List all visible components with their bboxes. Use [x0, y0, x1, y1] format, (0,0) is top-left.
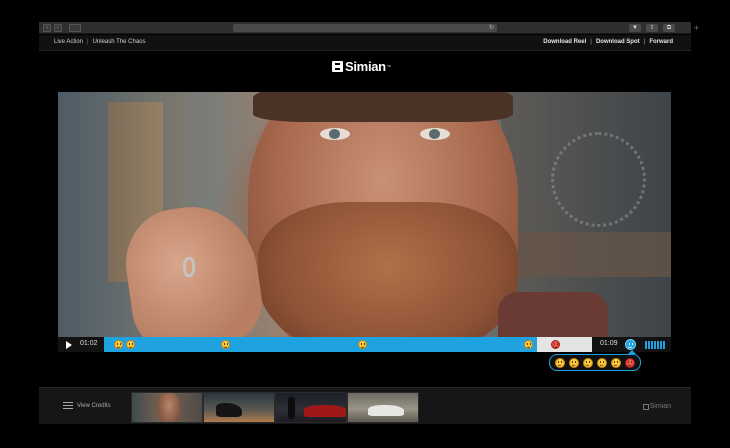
- background-wood: [501, 232, 671, 277]
- ring: [183, 257, 195, 277]
- play-icon[interactable]: [66, 341, 72, 349]
- remaining-track: [537, 337, 592, 352]
- view-credits-label: View Credits: [77, 402, 111, 409]
- smile-reaction-icon[interactable]: [221, 340, 230, 349]
- trademark: ™: [386, 63, 391, 69]
- thumbnail-white-car[interactable]: [347, 392, 419, 423]
- volume-control[interactable]: [645, 341, 665, 349]
- view-credits-button[interactable]: View Credits: [63, 402, 111, 409]
- separator: |: [87, 39, 89, 45]
- laugh-reaction-icon[interactable]: [358, 340, 367, 349]
- man-beard: [258, 202, 518, 337]
- end-time: 01:09: [600, 340, 618, 347]
- footer-logo: Simian: [642, 403, 671, 410]
- forward-icon[interactable]: ›: [54, 24, 62, 32]
- background-decoration: [551, 132, 646, 227]
- browser-toolbar: ‹ › ↻ ▼ ⇧ ⧉ +: [39, 22, 699, 34]
- reaction-picker: [549, 350, 641, 371]
- download-spot-link[interactable]: Download Spot: [596, 39, 640, 45]
- laugh-emoji-icon[interactable]: [597, 357, 607, 368]
- neutral-emoji-icon[interactable]: [583, 357, 593, 368]
- thumbnail-bearded-man[interactable]: [131, 392, 203, 423]
- progress-track[interactable]: [104, 337, 592, 352]
- new-tab-icon[interactable]: +: [694, 23, 699, 33]
- breadcrumb-live-action[interactable]: Live Action: [54, 39, 83, 45]
- sad-emoji-icon[interactable]: [611, 357, 621, 368]
- logo-text: Simian: [345, 58, 386, 74]
- footer: View Credits Simian: [39, 387, 691, 424]
- video-frame[interactable]: [58, 92, 671, 337]
- angry-reaction-icon[interactable]: [551, 340, 560, 349]
- right-eye: [420, 128, 450, 140]
- thumbnail-red-car-night[interactable]: [275, 392, 347, 423]
- address-bar[interactable]: ↻: [233, 24, 497, 32]
- breadcrumb-project[interactable]: Unleash The Chaos: [93, 39, 146, 45]
- player-controls: 01:02 01:09: [58, 337, 671, 352]
- man-hair: [253, 92, 513, 122]
- breadcrumb: Live Action | Unleash The Chaos: [54, 39, 146, 45]
- man-shirt: [498, 292, 608, 337]
- separator: |: [643, 39, 646, 45]
- sidebar-icon[interactable]: [69, 24, 81, 32]
- current-time: 01:02: [80, 340, 98, 347]
- simian-logo-icon: [332, 60, 343, 72]
- simian-logo: Simian ™: [332, 58, 391, 74]
- smile-emoji-icon[interactable]: [555, 357, 565, 368]
- top-nav: Live Action | Unleash The Chaos Download R…: [39, 35, 691, 51]
- share-icon[interactable]: ⇧: [646, 24, 658, 32]
- separator: |: [590, 39, 592, 45]
- reload-icon[interactable]: ↻: [489, 24, 494, 32]
- action-links: Download Reel | Download Spot | Forward: [543, 39, 673, 45]
- download-icon[interactable]: ▼: [629, 24, 641, 32]
- page: Live Action | Unleash The Chaos Download R…: [39, 35, 691, 424]
- laugh-reaction-icon[interactable]: [126, 340, 135, 349]
- smile-reaction-icon[interactable]: [524, 340, 533, 349]
- left-eye: [320, 128, 350, 140]
- download-reel-link[interactable]: Download Reel: [543, 39, 586, 45]
- thumbnail-figure-sunset[interactable]: [203, 392, 275, 423]
- grin-emoji-icon[interactable]: [569, 357, 579, 368]
- menu-icon: [63, 402, 73, 409]
- angry-emoji-icon[interactable]: [625, 357, 635, 368]
- forward-link[interactable]: Forward: [649, 39, 673, 45]
- tabs-icon[interactable]: ⧉: [663, 24, 675, 32]
- simian-logo-icon: [642, 403, 649, 410]
- footer-logo-text: Simian: [649, 403, 671, 410]
- reaction-button-icon[interactable]: [625, 339, 636, 350]
- smile-reaction-icon[interactable]: [114, 340, 123, 349]
- back-icon[interactable]: ‹: [43, 24, 51, 32]
